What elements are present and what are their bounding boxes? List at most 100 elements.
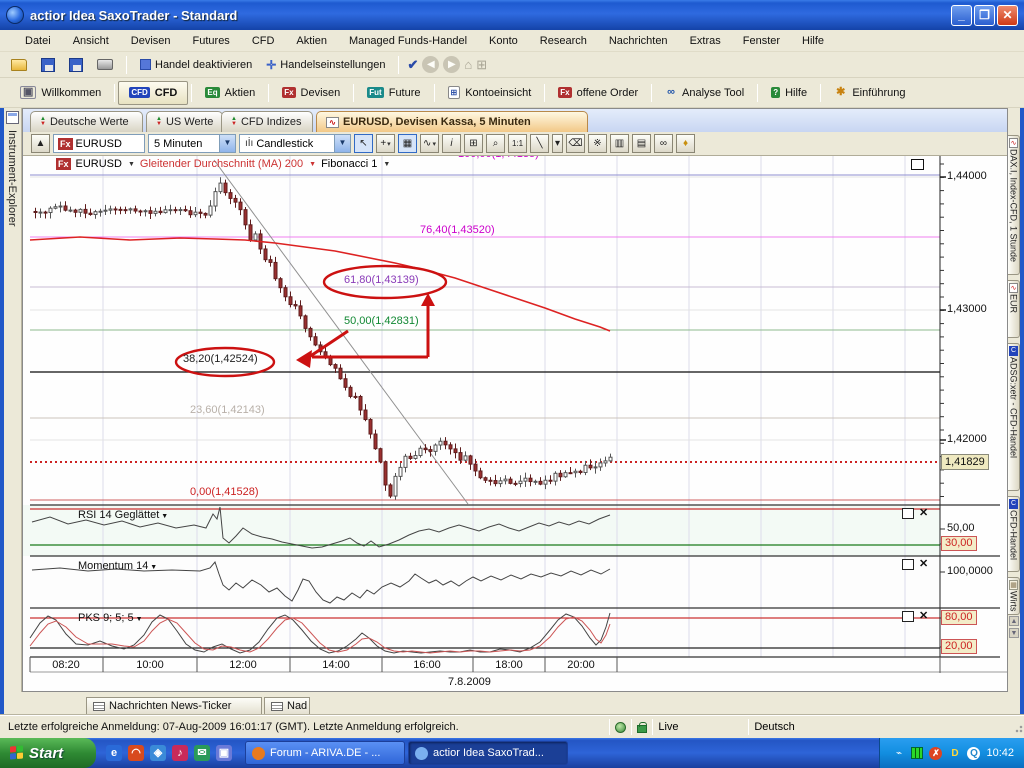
pointer-tool-button[interactable]: ↖ (354, 134, 373, 153)
legend-symbol[interactable]: EURUSD (76, 158, 122, 170)
print-button[interactable] (92, 57, 118, 72)
menu-item-research[interactable]: Research (529, 32, 598, 50)
app-tab-analyse-tool[interactable]: ∞Analyse Tool (655, 81, 754, 105)
instrument-explorer-strip[interactable]: Instrument-Explorer (4, 108, 22, 692)
right-tab-eur[interactable]: ∿EUR (1008, 280, 1020, 338)
period-select[interactable]: 5 Minuten ▼ (148, 134, 236, 153)
mail-icon[interactable]: ✉ (194, 745, 210, 761)
crosshair-tool-button[interactable]: +▾ (376, 134, 395, 153)
app-tab-aktien[interactable]: EqAktien (195, 81, 265, 105)
pattern-button[interactable]: ※ (588, 134, 607, 153)
up-icon[interactable]: ⊞ (476, 57, 487, 73)
menu-item-konto[interactable]: Konto (478, 32, 529, 50)
trade-settings-button[interactable]: ✛ Handelseinstellungen (261, 56, 390, 74)
chevron-down-icon[interactable]: ▼ (309, 161, 316, 168)
menu-item-fenster[interactable]: Fenster (732, 32, 791, 50)
pane-close-icon[interactable]: ✕ (919, 508, 928, 519)
eraser-button[interactable]: ⌫ (566, 134, 585, 153)
start-button[interactable]: Start (0, 738, 96, 768)
security-shield-icon[interactable]: ✗ (929, 747, 942, 760)
app-tab-cfd[interactable]: CFDCFD (118, 81, 188, 105)
open-button[interactable] (6, 57, 32, 73)
chart-type-button[interactable]: ▥ (610, 134, 629, 153)
news-tab-nad[interactable]: Nad (264, 697, 310, 715)
right-tab-adsg-xetr-cfd-handel[interactable]: CADSG:xetr - CFD-Handel (1008, 343, 1020, 491)
chart-style-select[interactable]: ıİı Candlestick ▼ (239, 134, 351, 153)
scroll-down-icon[interactable]: ▼ (1009, 628, 1019, 638)
link-button[interactable]: ∞ (654, 134, 673, 153)
grid-toggle-button[interactable]: ▦ (398, 134, 417, 153)
pane-close-icon[interactable]: ✕ (919, 611, 928, 622)
checkmark-icon[interactable]: ✔ (407, 57, 418, 73)
indicator-button[interactable]: ∿▾ (420, 134, 439, 153)
app-tab-offene-order[interactable]: Fxoffene Order (548, 81, 648, 105)
pane-close-icon[interactable]: ✕ (919, 559, 928, 570)
d-tray-icon[interactable]: D (948, 747, 961, 760)
chevron-down-icon[interactable]: ▼ (159, 513, 168, 520)
close-button[interactable]: ✕ (997, 5, 1018, 26)
desktop-icon[interactable]: ▣ (216, 745, 232, 761)
equalizer-icon[interactable] (911, 747, 923, 759)
workspace-tab-eurusd-devisen-kassa-5-minuten[interactable]: ∿EURUSD, Devisen Kassa, 5 Minuten (316, 111, 588, 132)
pane-restore-icon[interactable] (902, 611, 914, 622)
media-icon[interactable]: ♪ (172, 745, 188, 761)
menu-item-devisen[interactable]: Devisen (120, 32, 182, 50)
menu-item-cfd[interactable]: CFD (241, 32, 286, 50)
pane-restore-icon[interactable] (902, 559, 914, 570)
chart-window-button[interactable]: ▤ (632, 134, 651, 153)
workspace-tab-cfd-indizes[interactable]: ▲▼CFD Indizes (221, 111, 313, 132)
app-tab-einf-hrung[interactable]: ✱Einführung (824, 81, 915, 105)
back-icon[interactable]: ◀ (422, 56, 439, 73)
q-tray-icon[interactable]: Q (967, 747, 980, 760)
right-tab-cfd-handel[interactable]: CCFD-Handel (1008, 496, 1020, 572)
taskbar-window-saxotrader[interactable]: actior Idea SaxoTrad... (408, 741, 568, 765)
workspace-tab-deutsche-werte[interactable]: ▲▼Deutsche Werte (30, 111, 143, 132)
menu-item-hilfe[interactable]: Hilfe (791, 32, 835, 50)
zoom-ratio-button[interactable]: 1:1 (508, 134, 527, 153)
info-button[interactable]: i (442, 134, 461, 153)
menu-item-futures[interactable]: Futures (182, 32, 241, 50)
pane-restore-icon[interactable] (902, 508, 914, 519)
scroll-up-icon[interactable]: ▲ (1009, 616, 1019, 626)
app-tab-kontoeinsicht[interactable]: ⊞Kontoeinsicht (438, 81, 542, 105)
pane-restore-icon[interactable] (911, 159, 924, 170)
news-tab-nachrichten-news-ticker[interactable]: Nachrichten News-Ticker (86, 697, 262, 715)
line-tool-button[interactable]: ╲ (530, 134, 549, 153)
chevron-down-icon[interactable]: ▼ (134, 616, 143, 623)
add-pane-button[interactable]: ⊞ (464, 134, 483, 153)
disable-trading-button[interactable]: Handel deaktivieren (135, 57, 257, 73)
menu-item-datei[interactable]: Datei (14, 32, 62, 50)
network-icon[interactable]: ⌁ (892, 747, 905, 760)
symbol-input[interactable]: Fx EURUSD (53, 134, 145, 153)
taskbar-window-browser[interactable]: Forum - ARIVA.DE - ... (245, 741, 405, 765)
app-tab-willkommen[interactable]: ▣Willkommen (10, 81, 111, 105)
minimize-button[interactable]: _ (951, 5, 972, 26)
menu-item-nachrichten[interactable]: Nachrichten (598, 32, 679, 50)
chevron-down-icon[interactable]: ▼ (383, 161, 390, 168)
app-tab-future[interactable]: FutFuture (357, 81, 430, 105)
workspace-tab-us-werte[interactable]: ▲▼US Werte (146, 111, 223, 132)
home-icon[interactable]: ⌂ (464, 57, 472, 72)
maximize-button[interactable]: ❐ (974, 5, 995, 26)
zoom-button[interactable]: ⌕ (486, 134, 505, 153)
save-button[interactable] (36, 56, 60, 74)
internet-explorer-icon[interactable]: e (106, 745, 122, 761)
browser-icon[interactable]: ◠ (128, 745, 144, 761)
collapse-button[interactable]: ▲ (31, 134, 50, 153)
menu-item-extras[interactable]: Extras (679, 32, 732, 50)
app-tab-devisen[interactable]: FxDevisen (272, 81, 350, 105)
right-tab-dax-i-index-cfd-1-stunde[interactable]: ∿DAX.I, Index-CFD, 1 Stunde (1008, 135, 1020, 275)
right-tab-wirts[interactable]: ▦Wirts (1008, 577, 1020, 615)
alert-bell-button[interactable]: ♦ (676, 134, 695, 153)
legend-fibonacci[interactable]: Fibonacci 1 (321, 158, 377, 170)
menu-item-ansicht[interactable]: Ansicht (62, 32, 120, 50)
chevron-down-icon[interactable]: ▼ (128, 161, 135, 168)
legend-ma[interactable]: Gleitender Durchschnitt (MA) 200 (140, 158, 303, 170)
chevron-down-icon[interactable]: ▼ (148, 564, 157, 571)
line-tool-dropdown[interactable]: ▾ (552, 134, 563, 153)
messenger-icon[interactable]: ◈ (150, 745, 166, 761)
forward-icon[interactable]: ▶ (443, 56, 460, 73)
save-as-button[interactable] (64, 56, 88, 74)
menu-item-aktien[interactable]: Aktien (285, 32, 338, 50)
app-tab-hilfe[interactable]: ?Hilfe (761, 81, 817, 105)
